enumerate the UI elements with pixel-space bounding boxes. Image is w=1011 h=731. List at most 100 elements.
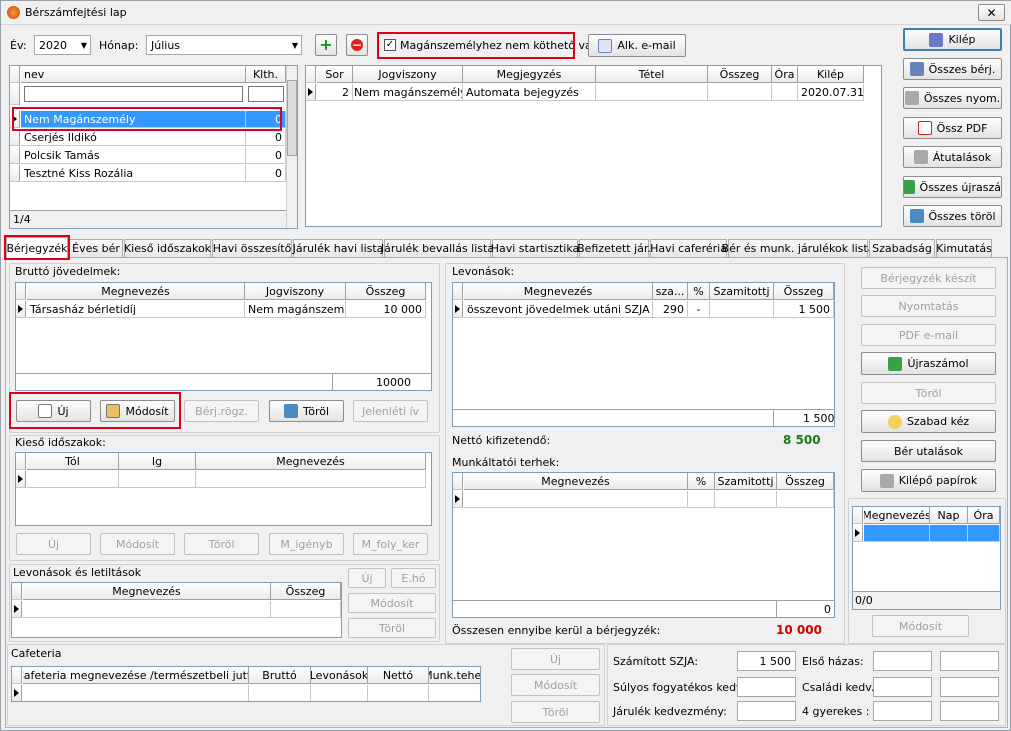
pdf-email-button[interactable]: PDF e-mail <box>861 324 996 346</box>
people-grid[interactable]: nev Klth. Nem Magánszemély 0 Cserjés Ild… <box>9 65 298 229</box>
scroll-thumb[interactable] <box>287 80 297 156</box>
header-megnevezes[interactable]: Megnevezés <box>464 473 688 490</box>
grid-settings-icon[interactable] <box>10 66 20 83</box>
table-row[interactable]: 0 <box>246 111 286 128</box>
header-szamitottj[interactable]: Szamitottj <box>710 283 774 300</box>
table-row[interactable] <box>710 301 774 318</box>
transfers-button[interactable]: Átutalások <box>903 146 1002 168</box>
szja-field[interactable]: 1 500 <box>737 651 796 671</box>
table-row[interactable] <box>864 525 930 542</box>
side-delete-button[interactable]: Töröl <box>861 382 996 404</box>
table-row[interactable]: 1 500 <box>774 301 834 318</box>
sulyos-field[interactable] <box>737 677 796 697</box>
table-row[interactable]: Nem magánszemél... <box>245 301 346 318</box>
header-sor[interactable]: Sor <box>317 66 353 83</box>
table-row[interactable] <box>596 84 708 101</box>
tab-kieso-idoszakok[interactable]: Kieső időszakok <box>124 239 211 257</box>
table-row[interactable] <box>196 471 426 488</box>
header-munk-teher[interactable]: Munk.teher <box>429 667 480 684</box>
grid-settings-icon[interactable] <box>453 283 463 300</box>
table-row[interactable]: Társasház bérletidíj <box>27 301 245 318</box>
cafeteria-grid[interactable]: Cafeteria megnevezése /természetbeli jut… <box>11 666 481 702</box>
gyerek-field-1[interactable] <box>873 701 932 721</box>
remove-button[interactable]: − <box>346 34 368 56</box>
all-delete-button[interactable]: Összes töröl <box>903 205 1002 227</box>
delete-button[interactable]: Töröl <box>269 400 344 422</box>
employer-grid[interactable]: Megnevezés % Szamitottj Összeg 0 <box>452 472 835 618</box>
table-row[interactable]: Polcsik Tamás <box>21 147 246 164</box>
leave-modify-button[interactable]: Módosít <box>872 615 969 637</box>
recalculate-button[interactable]: Újraszámol <box>861 352 996 375</box>
table-row[interactable]: Automata bejegyzés <box>463 84 596 101</box>
levy-eho-button[interactable]: E.hó <box>391 568 436 588</box>
table-row[interactable] <box>249 685 311 701</box>
levy-delete-button[interactable]: Töröl <box>348 618 436 638</box>
elso-hazas-field-1[interactable] <box>873 651 932 671</box>
header-nap[interactable]: Nap <box>930 507 968 524</box>
table-row[interactable] <box>930 525 968 542</box>
header-megnevezes[interactable]: Megnevezés <box>27 283 245 300</box>
table-row[interactable] <box>777 491 834 508</box>
tab-havi-startisztika[interactable]: Havi startisztika <box>491 239 579 257</box>
payslip-record-button[interactable]: Bérj.rögz. <box>184 400 259 422</box>
header-megnevezes[interactable]: Megnevezés <box>464 283 653 300</box>
elso-hazas-field-2[interactable] <box>940 651 999 671</box>
gross-grid[interactable]: Megnevezés Jogviszony Összeg Társasház b… <box>15 282 432 391</box>
table-row[interactable] <box>968 525 1000 542</box>
cafeteria-new-button[interactable]: Új <box>511 648 600 670</box>
tab-eves-ber[interactable]: Éves bér <box>69 239 123 257</box>
table-row[interactable]: 0 <box>246 147 286 164</box>
tab-jarulek-havi-lista[interactable]: Járulék havi lista <box>293 239 383 257</box>
table-row[interactable]: 10 000 <box>346 301 426 318</box>
all-pdf-button[interactable]: Össz PDF <box>903 117 1002 139</box>
tab-jarulek-bevallas-lista[interactable]: Járulék bevallás lista <box>381 239 494 257</box>
tab-ber-es-munk[interactable]: Bér és munk. járulékok lista <box>722 239 874 257</box>
all-print-button[interactable]: Összes nyom. <box>903 87 1002 109</box>
header-percent[interactable]: % <box>688 283 710 300</box>
absence-new-button[interactable]: Új <box>16 533 91 555</box>
table-row[interactable] <box>708 84 772 101</box>
header-megnevezes[interactable]: Megnevezés <box>196 453 426 470</box>
header-ig[interactable]: Ig <box>119 453 196 470</box>
absence-grid[interactable]: Tól Ig Megnevezés <box>15 452 432 526</box>
new-button[interactable]: Új <box>16 400 91 422</box>
table-row[interactable] <box>464 491 688 508</box>
email-button[interactable]: Alk. e-mail <box>588 34 686 57</box>
header-netto[interactable]: Nettó <box>368 667 429 684</box>
cafeteria-modify-button[interactable]: Módosít <box>511 674 600 696</box>
attendance-button[interactable]: Jelenléti ív <box>353 400 428 422</box>
print-button[interactable]: Nyomtatás <box>861 295 996 317</box>
header-tol[interactable]: Tól <box>27 453 119 470</box>
cafeteria-delete-button[interactable]: Töröl <box>511 701 600 723</box>
table-row[interactable]: Cserjés Ildikó <box>21 129 246 146</box>
free-hand-button[interactable]: Szabad kéz <box>861 410 996 433</box>
table-row[interactable]: 0 <box>246 165 286 182</box>
year-select[interactable]: 2020 ▼ <box>34 35 91 55</box>
table-row[interactable] <box>23 601 271 618</box>
table-row[interactable] <box>715 491 777 508</box>
gyerek-field-2[interactable] <box>940 701 999 721</box>
header-osszeg[interactable]: Összeg <box>346 283 426 300</box>
header-ora[interactable]: Óra <box>772 66 798 83</box>
table-row[interactable]: Nem magánszemélyhez <box>353 84 463 101</box>
header-osszeg[interactable]: Összeg <box>271 583 341 600</box>
create-payslip-button[interactable]: Bérjegyzék készít <box>861 267 996 289</box>
header-cafeteria-name[interactable]: Cafeteria megnevezése /természetbeli jut… <box>23 667 249 684</box>
header-osszeg[interactable]: Összeg <box>774 283 834 300</box>
close-button[interactable]: ✕ <box>978 4 1005 21</box>
table-row[interactable]: Nem Magánszemély <box>21 111 246 128</box>
exit-papers-button[interactable]: Kilépő papírok <box>861 469 996 492</box>
exit-button[interactable]: Kilép <box>903 28 1002 51</box>
header-szamitottj[interactable]: Szamitottj <box>715 473 777 490</box>
header-osszeg[interactable]: Összeg <box>708 66 772 83</box>
wage-transfers-button[interactable]: Bér utalások <box>861 440 996 462</box>
all-payslip-button[interactable]: Összes bérj. <box>903 58 1002 80</box>
header-klth[interactable]: Klth. <box>246 66 286 83</box>
entries-grid[interactable]: Sor Jogviszony Megjegyzés Tétel Összeg Ó… <box>305 65 882 227</box>
absence-delete-button[interactable]: Töröl <box>184 533 259 555</box>
header-osszeg[interactable]: Összeg <box>777 473 834 490</box>
table-row[interactable] <box>311 685 368 701</box>
tab-berjegyzek[interactable]: Bérjegyzék <box>6 237 68 258</box>
table-row[interactable]: Tesztné Kiss Rozália <box>21 165 246 182</box>
header-megnevezes[interactable]: Megnevezés <box>23 583 271 600</box>
